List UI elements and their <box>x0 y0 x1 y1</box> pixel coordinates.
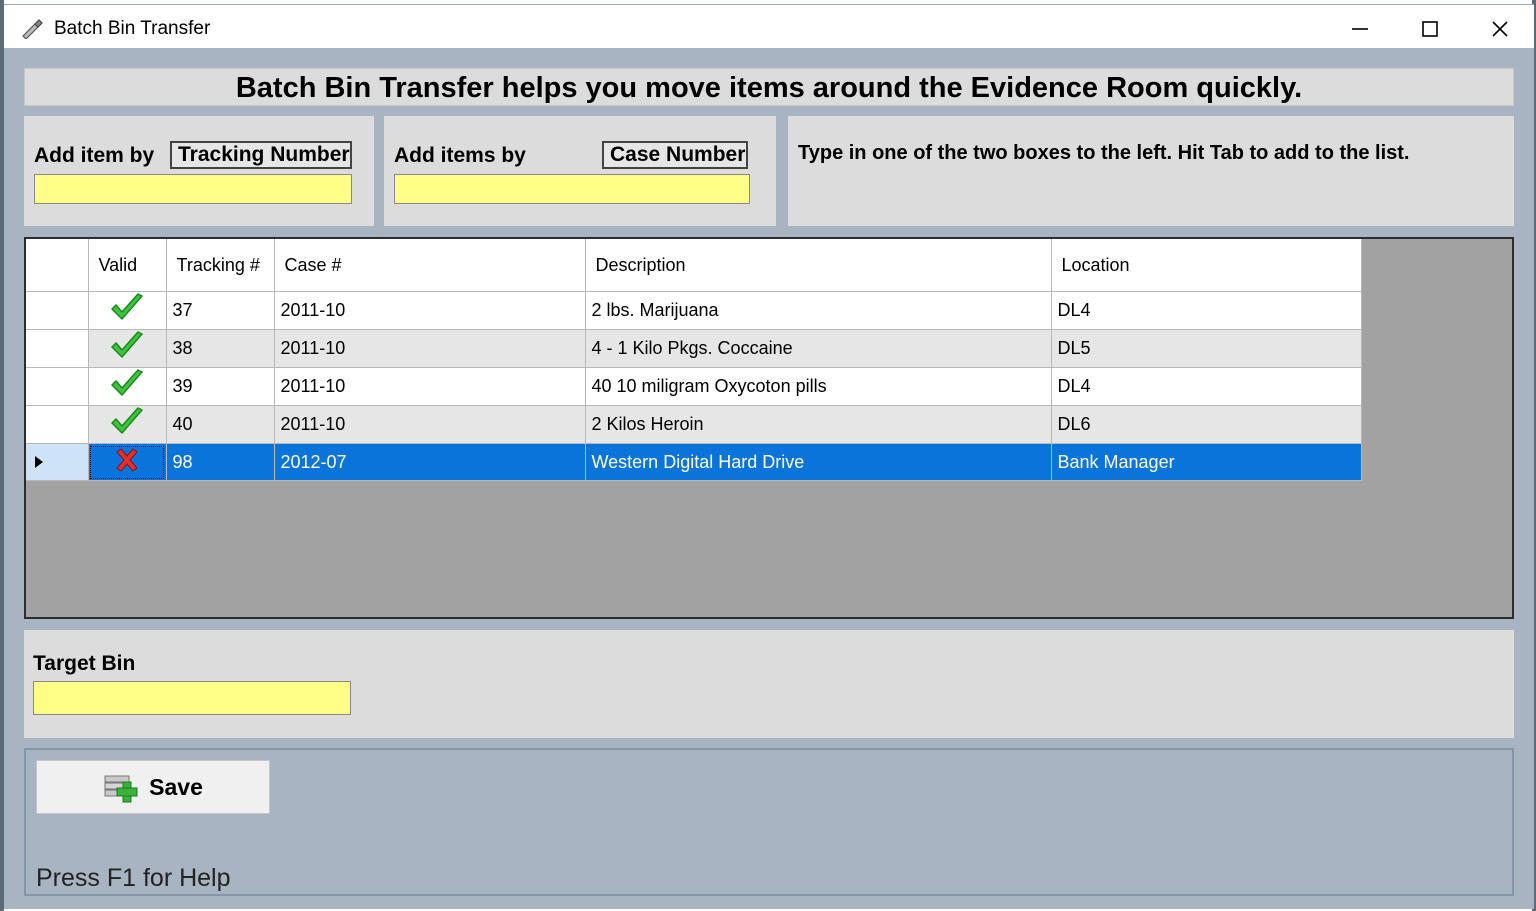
location-cell[interactable]: DL4 <box>1051 367 1362 406</box>
table-row[interactable]: 37 2011-10 2 lbs. Marijuana DL4 <box>26 291 1362 330</box>
title-bar[interactable]: Batch Bin Transfer <box>4 4 1534 49</box>
description-cell[interactable]: 2 Kilos Heroin <box>585 405 1052 444</box>
items-grid[interactable]: Valid Tracking # Case # Description Loca… <box>24 237 1514 619</box>
maximize-button[interactable] <box>1400 9 1460 49</box>
case-cell[interactable]: 2011-10 <box>274 367 586 406</box>
minimize-button[interactable] <box>1330 9 1390 49</box>
case-cell[interactable]: 2011-10 <box>274 405 586 444</box>
x-icon <box>116 447 138 472</box>
batch-bin-transfer-window: Batch Bin Transfer Batch Bin Transfer he… <box>0 0 1536 911</box>
description-cell[interactable]: 2 lbs. Marijuana <box>585 291 1052 330</box>
valid-cell[interactable] <box>88 367 167 406</box>
table-row[interactable]: 40 2011-10 2 Kilos Heroin DL6 <box>26 405 1362 444</box>
location-cell[interactable]: DL5 <box>1051 329 1362 368</box>
tracking-number-input[interactable] <box>34 174 352 204</box>
case-cell[interactable]: 2011-10 <box>274 329 586 368</box>
valid-cell[interactable] <box>88 405 167 444</box>
check-icon <box>111 369 143 396</box>
check-icon <box>111 293 143 320</box>
add-items-by-label: Add items by <box>394 144 526 167</box>
table-row[interactable]: 38 2011-10 4 - 1 Kilo Pkgs. Coccaine DL5 <box>26 329 1362 368</box>
location-cell[interactable]: DL4 <box>1051 291 1362 330</box>
case-number-input[interactable] <box>394 174 750 204</box>
row-header[interactable] <box>26 329 89 368</box>
instructions-panel: Type in one of the two boxes to the left… <box>788 116 1514 226</box>
add-item-by-label: Add item by <box>34 144 155 167</box>
valid-cell[interactable] <box>88 443 167 481</box>
current-row-arrow-icon <box>35 456 43 468</box>
description-cell[interactable]: Western Digital Hard Drive <box>585 443 1052 481</box>
save-button[interactable]: Save <box>36 760 270 814</box>
tracking-number-selector[interactable]: Tracking Number <box>170 141 352 169</box>
case-cell[interactable]: 2011-10 <box>274 291 586 330</box>
target-bin-input[interactable] <box>33 681 351 715</box>
target-bin-label: Target Bin <box>33 652 136 675</box>
check-icon <box>111 331 143 358</box>
close-icon <box>1492 21 1508 37</box>
case-cell[interactable]: 2012-07 <box>274 443 586 481</box>
case-number-selector[interactable]: Case Number <box>602 141 748 169</box>
close-button[interactable] <box>1470 9 1530 49</box>
row-header-corner <box>26 239 89 292</box>
tracking-cell[interactable]: 38 <box>166 329 275 368</box>
header-banner: Batch Bin Transfer helps you move items … <box>24 68 1514 106</box>
valid-cell[interactable] <box>88 329 167 368</box>
column-header-valid[interactable]: Valid <box>88 239 167 292</box>
maximize-icon <box>1422 21 1438 37</box>
minimize-icon <box>1352 28 1368 30</box>
tracking-cell[interactable]: 98 <box>166 443 275 481</box>
location-cell[interactable]: DL6 <box>1051 405 1362 444</box>
grid-header-row: Valid Tracking # Case # Description Loca… <box>26 239 1362 292</box>
tracking-cell[interactable]: 40 <box>166 405 275 444</box>
tracking-cell[interactable]: 37 <box>166 291 275 330</box>
help-text: Press F1 for Help <box>36 864 231 892</box>
case-number-panel: Add items by Case Number <box>384 116 776 226</box>
row-header[interactable] <box>26 443 89 481</box>
instructions-text: Type in one of the two boxes to the left… <box>798 142 1410 164</box>
window-title: Batch Bin Transfer <box>54 18 211 39</box>
table-row[interactable]: 98 2012-07 Western Digital Hard Drive Bank … <box>26 443 1362 481</box>
tracking-cell[interactable]: 39 <box>166 367 275 406</box>
table-row[interactable]: 39 2011-10 40 10 miligram Oxycoton pills DL… <box>26 367 1362 406</box>
save-button-label: Save <box>149 773 203 800</box>
column-header-case[interactable]: Case # <box>274 239 586 292</box>
bottom-panel: Save Press F1 for Help <box>24 748 1514 896</box>
valid-cell[interactable] <box>88 291 167 330</box>
row-header[interactable] <box>26 291 89 330</box>
tracking-number-panel: Add item by Tracking Number <box>24 116 374 226</box>
row-header[interactable] <box>26 367 89 406</box>
row-header[interactable] <box>26 405 89 444</box>
items-table: Valid Tracking # Case # Description Loca… <box>26 239 1362 481</box>
app-icon <box>22 19 43 39</box>
target-bin-panel: Target Bin <box>24 630 1514 738</box>
column-header-description[interactable]: Description <box>585 239 1052 292</box>
description-cell[interactable]: 40 10 miligram Oxycoton pills <box>585 367 1052 406</box>
description-cell[interactable]: 4 - 1 Kilo Pkgs. Coccaine <box>585 329 1052 368</box>
check-icon <box>111 407 143 434</box>
column-header-location[interactable]: Location <box>1051 239 1362 292</box>
save-add-icon <box>104 775 138 803</box>
column-header-tracking[interactable]: Tracking # <box>166 239 275 292</box>
location-cell[interactable]: Bank Manager <box>1051 443 1362 481</box>
